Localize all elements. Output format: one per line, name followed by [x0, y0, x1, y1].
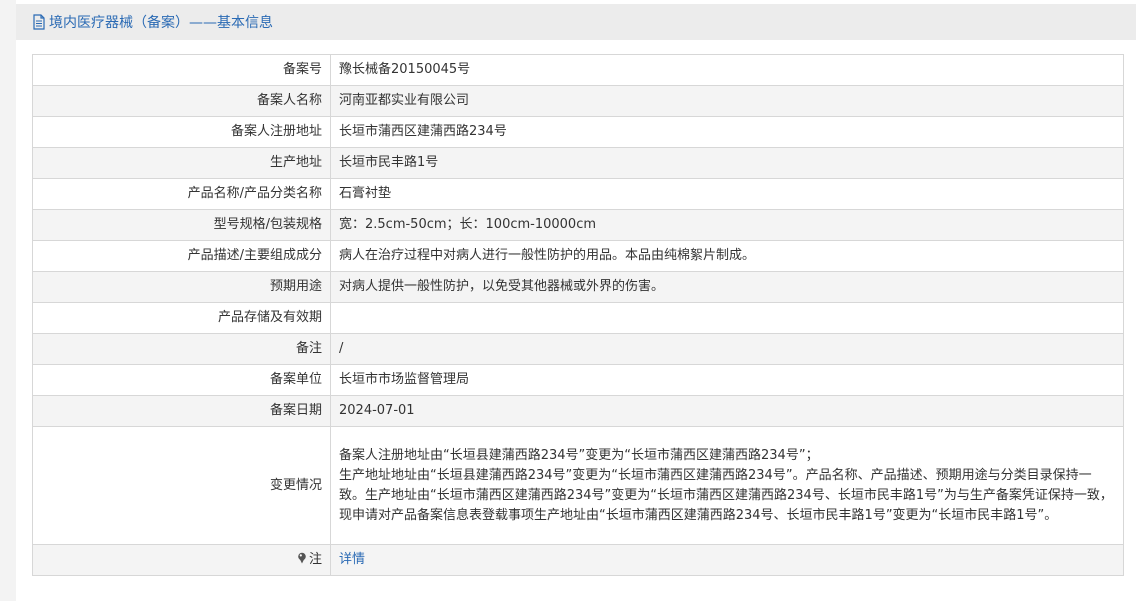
product-name-label: 产品名称/产品分类名称 [32, 178, 331, 210]
registrant-address-label: 备案人注册地址 [32, 116, 331, 148]
filing-unit-value: 长垣市市场监督管理局 [330, 364, 1124, 396]
production-address-label: 生产地址 [32, 147, 331, 179]
remarks-value: / [330, 333, 1124, 365]
row-intended-use: 预期用途 对病人提供一般性防护，以免受其他器械或外界的伤害。 [32, 271, 1124, 303]
row-product-description: 产品描述/主要组成成分 病人在治疗过程中对病人进行一般性防护的用品。本品由纯棉絮… [32, 240, 1124, 272]
intended-use-label: 预期用途 [32, 271, 331, 303]
registrant-name-value: 河南亚都实业有限公司 [330, 85, 1124, 117]
row-registrant-address: 备案人注册地址 长垣市蒲西区建蒲西路234号 [32, 116, 1124, 148]
left-margin-band [0, 0, 16, 601]
change-history-line-2: 生产地址地址由“长垣县建蒲西路234号”变更为“长垣市蒲西区建蒲西路234号”。… [339, 467, 1113, 523]
row-change-history: 变更情况 备案人注册地址由“长垣县建蒲西路234号”变更为“长垣市蒲西区建蒲西路… [32, 426, 1124, 545]
record-number-value: 豫长械备20150045号 [330, 54, 1124, 86]
row-registrant-name: 备案人名称 河南亚都实业有限公司 [32, 85, 1124, 117]
row-record-number: 备案号 豫长械备20150045号 [32, 54, 1124, 86]
details-link[interactable]: 详情 [339, 552, 365, 567]
model-spec-value: 宽：2.5cm-50cm；长：100cm-10000cm [330, 209, 1124, 241]
registrant-name-label: 备案人名称 [32, 85, 331, 117]
production-address-value: 长垣市民丰路1号 [330, 147, 1124, 179]
record-info-table: 备案号 豫长械备20150045号 备案人名称 河南亚都实业有限公司 备案人注册… [32, 54, 1124, 576]
registrant-address-value: 长垣市蒲西区建蒲西路234号 [330, 116, 1124, 148]
storage-validity-value [330, 302, 1124, 334]
product-description-value: 病人在治疗过程中对病人进行一般性防护的用品。本品由纯棉絮片制成。 [330, 240, 1124, 272]
note-value-cell: 详情 [330, 544, 1124, 576]
title-bar: 境内医疗器械（备案）——基本信息 [16, 4, 1136, 40]
filing-date-label: 备案日期 [32, 395, 331, 427]
remarks-label: 备注 [32, 333, 331, 365]
row-storage-validity: 产品存储及有效期 [32, 302, 1124, 334]
change-history-line-1: 备案人注册地址由“长垣县建蒲西路234号”变更为“长垣市蒲西区建蒲西路234号”… [339, 447, 819, 463]
note-label-cell: 注 [32, 544, 331, 576]
page-title: 境内医疗器械（备案）——基本信息 [49, 15, 273, 31]
pin-icon [297, 551, 307, 564]
filing-date-value: 2024-07-01 [330, 395, 1124, 427]
document-icon [32, 14, 46, 30]
row-remarks: 备注 / [32, 333, 1124, 365]
row-product-name: 产品名称/产品分类名称 石膏衬垫 [32, 178, 1124, 210]
row-note: 注 详情 [32, 544, 1124, 576]
change-history-value: 备案人注册地址由“长垣县建蒲西路234号”变更为“长垣市蒲西区建蒲西路234号”… [330, 426, 1124, 545]
record-number-label: 备案号 [32, 54, 331, 86]
note-label: 注 [308, 552, 322, 567]
change-history-label: 变更情况 [32, 426, 331, 545]
filing-unit-label: 备案单位 [32, 364, 331, 396]
row-filing-unit: 备案单位 长垣市市场监督管理局 [32, 364, 1124, 396]
model-spec-label: 型号规格/包装规格 [32, 209, 331, 241]
product-name-value: 石膏衬垫 [330, 178, 1124, 210]
storage-validity-label: 产品存储及有效期 [32, 302, 331, 334]
row-production-address: 生产地址 长垣市民丰路1号 [32, 147, 1124, 179]
product-description-label: 产品描述/主要组成成分 [32, 240, 331, 272]
intended-use-value: 对病人提供一般性防护，以免受其他器械或外界的伤害。 [330, 271, 1124, 303]
row-filing-date: 备案日期 2024-07-01 [32, 395, 1124, 427]
row-model-spec: 型号规格/包装规格 宽：2.5cm-50cm；长：100cm-10000cm [32, 209, 1124, 241]
page: 境内医疗器械（备案）——基本信息 备案号 豫长械备20150045号 备案人名称… [0, 0, 1136, 601]
